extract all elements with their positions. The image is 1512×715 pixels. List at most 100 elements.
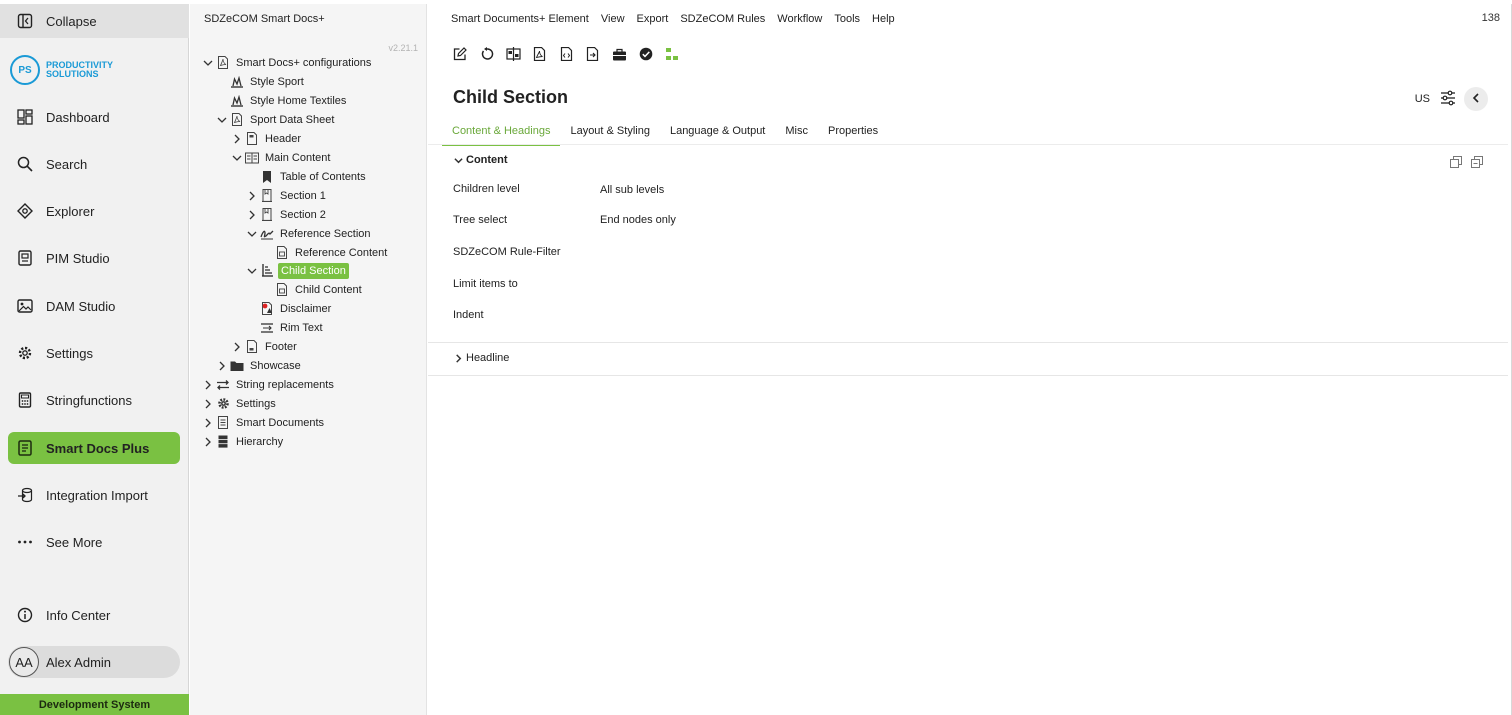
tree-node[interactable]: String replacements (202, 376, 336, 393)
tree-node[interactable]: Reference Section (246, 225, 373, 242)
nav-item-dashboard[interactable]: Dashboard (8, 101, 180, 133)
chevron-right-icon[interactable] (202, 417, 214, 429)
tree-node[interactable]: Reference Content (275, 244, 389, 261)
section-title: Content (466, 154, 508, 166)
nav-item-pim-studio[interactable]: PIM Studio (8, 242, 180, 274)
tree-select-select[interactable]: End nodes only (600, 214, 676, 226)
menu-export[interactable]: Export (637, 13, 669, 25)
filter-settings-icon[interactable] (1440, 90, 1456, 109)
user-menu[interactable]: AA Alex Admin (8, 646, 180, 678)
company-logo: PS PRODUCTIVITY SOLUTIONS (10, 55, 113, 85)
tree-node-label: Style Home Textiles (250, 94, 347, 107)
nav-item-stringfunctions[interactable]: Stringfunctions (8, 384, 180, 416)
rule-filter-field[interactable] (600, 246, 800, 260)
chevron-right-icon[interactable] (202, 436, 214, 448)
briefcase-icon[interactable] (611, 46, 627, 62)
child-section-icon (260, 264, 274, 278)
tree-node-selected[interactable]: Child Section (246, 262, 349, 279)
edit-icon[interactable] (452, 46, 468, 62)
nav-item-settings[interactable]: Settings (8, 337, 180, 369)
tab-properties[interactable]: Properties (818, 122, 888, 146)
section-icon (260, 189, 274, 203)
tree-node-label: Footer (265, 340, 297, 353)
nav-item-see-more[interactable]: See More (8, 526, 180, 558)
menu-smart-documents-element[interactable]: Smart Documents+ Element (451, 13, 589, 25)
paste-icon[interactable] (1470, 155, 1484, 169)
content-file-icon (275, 283, 289, 297)
chevron-down-icon[interactable] (231, 152, 243, 164)
indent-field[interactable] (600, 309, 800, 323)
nav-item-search[interactable]: Search (8, 148, 180, 180)
tree-node[interactable]: Smart Docs+ configurations (202, 54, 373, 71)
code-icon[interactable] (558, 46, 574, 62)
limit-items-field[interactable] (600, 278, 800, 292)
reload-icon[interactable] (479, 46, 495, 62)
nav-item-integration-import[interactable]: Integration Import (8, 479, 180, 511)
tree-node[interactable]: Header (231, 130, 303, 147)
tree-node-label: Child Content (295, 283, 362, 296)
tab-content-headings[interactable]: Content & Headings (442, 122, 561, 146)
chevron-right-icon[interactable] (246, 209, 258, 221)
export-file-icon[interactable] (585, 46, 601, 62)
pdf-icon[interactable] (532, 46, 548, 62)
tree-node[interactable]: Smart Documents (202, 414, 326, 431)
nav-item-smart-docs-plus[interactable]: Smart Docs Plus (8, 432, 180, 464)
tree-node[interactable]: Rim Text (260, 319, 325, 336)
tree-node[interactable]: Hierarchy (202, 433, 285, 450)
tree-node[interactable]: Child Content (275, 281, 364, 298)
tree-node[interactable]: Sport Data Sheet (216, 111, 336, 128)
tab-language-output[interactable]: Language & Output (660, 122, 775, 146)
children-level-select[interactable]: All sub levels (600, 184, 664, 196)
collapse-button[interactable]: Collapse (0, 4, 189, 38)
menu-workflow[interactable]: Workflow (777, 13, 822, 25)
tree-node[interactable]: Settings (202, 395, 278, 412)
menu-tools[interactable]: Tools (834, 13, 860, 25)
nav-item-explorer[interactable]: Explorer (8, 195, 180, 227)
tree-node[interactable]: Main Content (231, 149, 332, 166)
menu-help[interactable]: Help (872, 13, 895, 25)
tree-node[interactable]: Table of Contents (260, 168, 368, 185)
collapse-panel-button[interactable] (1464, 87, 1488, 111)
hierarchy-icon[interactable] (664, 46, 680, 62)
nav-item-info-center[interactable]: Info Center (8, 599, 180, 631)
logo-mark: PS (10, 55, 40, 85)
tree-node[interactable]: Section 1 (246, 187, 328, 204)
chevron-down-icon[interactable] (202, 57, 214, 69)
menu-view[interactable]: View (601, 13, 625, 25)
chevron-right-icon[interactable] (231, 133, 243, 145)
chevron-down-icon[interactable] (246, 228, 258, 240)
chevron-right-icon[interactable] (246, 190, 258, 202)
headline-section-header[interactable]: Headline (452, 352, 509, 364)
tab-misc[interactable]: Misc (775, 122, 818, 146)
copy-icon[interactable] (1449, 155, 1463, 169)
nav-label: Integration Import (46, 487, 148, 503)
chevron-down-icon[interactable] (216, 114, 228, 126)
chevron-right-icon[interactable] (231, 341, 243, 353)
main-content-icon (245, 151, 259, 165)
tab-layout-styling[interactable]: Layout & Styling (560, 122, 660, 146)
avatar: AA (9, 647, 39, 677)
menu-sdzecom-rules[interactable]: SDZeCOM Rules (680, 13, 765, 25)
check-circle-icon[interactable] (638, 46, 654, 62)
tree-node[interactable]: Section 2 (246, 206, 328, 223)
swap-icon (216, 378, 230, 392)
locale-selector[interactable]: US (1415, 93, 1430, 105)
content-section-header[interactable]: Content (452, 154, 508, 166)
hierarchy-stack-icon (216, 435, 230, 449)
nav-item-dam-studio[interactable]: DAM Studio (8, 290, 180, 322)
chevron-right-icon (452, 352, 464, 364)
tree-node[interactable]: Showcase (216, 357, 303, 374)
page-title: Child Section (453, 87, 569, 107)
chevron-right-icon[interactable] (202, 398, 214, 410)
compare-icon[interactable] (505, 46, 521, 62)
field-label-children-level: Children level (453, 183, 520, 195)
chevron-down-icon[interactable] (246, 265, 258, 277)
tree-node[interactable]: Style Sport (230, 73, 306, 90)
chevron-right-icon[interactable] (216, 360, 228, 372)
tree-node[interactable]: Style Home Textiles (230, 92, 348, 109)
tree-node[interactable]: Footer (231, 338, 299, 355)
chevron-right-icon[interactable] (202, 379, 214, 391)
field-label-tree-select: Tree select (453, 214, 508, 226)
tree-node-label: Reference Section (280, 227, 371, 240)
tree-node[interactable]: Disclaimer (260, 300, 333, 317)
